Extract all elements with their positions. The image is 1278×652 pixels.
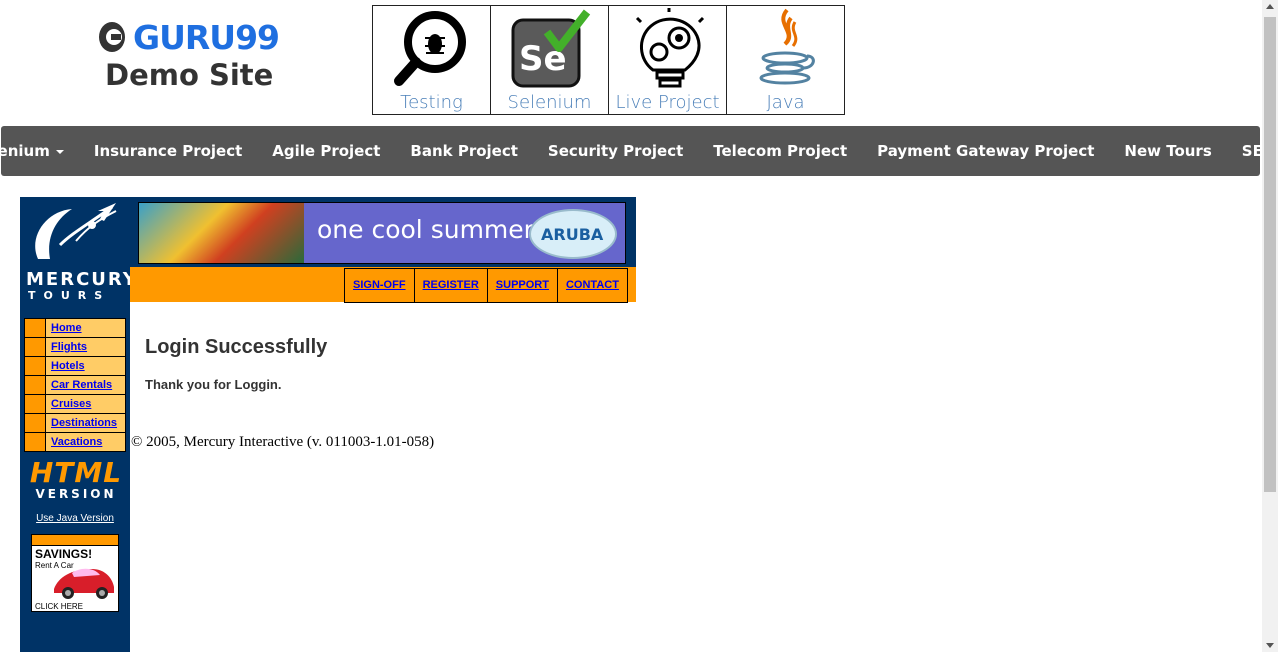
guru99-mark-icon [99, 22, 125, 52]
side-menu-row: Vacations [25, 433, 125, 451]
side-link-home[interactable]: Home [46, 319, 125, 337]
scroll-thumb[interactable] [1264, 17, 1276, 492]
side-menu-row: Flights [25, 338, 125, 357]
menu-bullet [25, 376, 46, 394]
logo-subtitle: Demo Site [105, 58, 274, 92]
aruba-logo-text: ARUBA [541, 225, 604, 244]
rent-a-car-ad[interactable]: SAVINGS! Rent A Car CLICK HERE [31, 534, 119, 612]
nav-item-telecom-project[interactable]: Telecom Project [713, 142, 847, 160]
brand-line2: TOURS [28, 289, 111, 302]
main-navbar: Selenium Insurance Project Agile Project… [0, 126, 1276, 176]
side-menu-row: Cruises [25, 395, 125, 414]
nav-item-security-project[interactable]: Security Project [548, 142, 683, 160]
side-link-flights[interactable]: Flights [46, 338, 125, 356]
side-menu: Home Flights Hotels Car Rentals Cruises … [24, 318, 126, 452]
lightbulb-gear-icon [635, 8, 705, 88]
tile-live-project[interactable]: Live Project [608, 5, 727, 115]
scroll-down-arrow-icon[interactable] [1266, 643, 1274, 648]
page-scrollbar[interactable] [1262, 0, 1278, 652]
tile-testing[interactable]: Testing [372, 5, 491, 115]
tile-label: Selenium [507, 92, 592, 113]
nav-item-bank-project[interactable]: Bank Project [410, 142, 518, 160]
side-link-car-rentals[interactable]: Car Rentals [46, 376, 125, 394]
caret-down-icon [55, 149, 64, 154]
contact-link[interactable]: CONTACT [556, 268, 628, 303]
side-link-cruises[interactable]: Cruises [46, 395, 125, 413]
java-cup-icon [759, 8, 815, 85]
side-link-vacations[interactable]: Vacations [46, 433, 125, 451]
banner-text: one cool summer [317, 215, 534, 244]
nav-item-selenium[interactable]: Selenium [0, 142, 64, 160]
menu-bullet [25, 357, 46, 375]
ad-savings: SAVINGS! [35, 547, 93, 561]
page-title: Login Successfully [145, 336, 328, 358]
html-version-big: HTML [29, 456, 123, 489]
menu-bullet [25, 395, 46, 413]
brand-line1: MERCURY [26, 269, 138, 290]
side-menu-row: Hotels [25, 357, 125, 376]
copyright-footer: © 2005, Mercury Interactive (v. 011003-1… [131, 434, 435, 450]
register-link[interactable]: REGISTER [413, 268, 487, 303]
menu-bullet [25, 338, 46, 356]
tile-java[interactable]: Java [726, 5, 845, 115]
red-car-icon [54, 568, 114, 599]
plane-logo-icon [35, 203, 117, 259]
scroll-up-arrow-icon[interactable] [1266, 4, 1274, 9]
guru99-logo[interactable]: GURU99 Demo Site [99, 17, 280, 92]
side-menu-row: Home [25, 319, 125, 338]
html-version-small: VERSION [35, 487, 117, 501]
logo-brand: GURU99 [132, 17, 280, 57]
magnifier-bug-icon [394, 11, 466, 86]
nav-item-payment-gateway-project[interactable]: Payment Gateway Project [877, 142, 1094, 160]
menu-bullet [25, 319, 46, 337]
sign-off-link[interactable]: SIGN-OFF [344, 268, 414, 303]
aruba-banner[interactable]: one cool summer ARUBA [138, 202, 626, 264]
nav-item-new-tours[interactable]: New Tours [1124, 142, 1211, 160]
course-tiles: Testing Se Selenium Live Project Java [372, 5, 845, 115]
tile-selenium[interactable]: Se Selenium [490, 5, 609, 115]
tile-label: Live Project [615, 92, 720, 113]
html-version-badge: HTML VERSION [28, 456, 124, 502]
side-menu-row: Destinations [25, 414, 125, 433]
login-message: Thank you for Loggin. [145, 377, 282, 392]
side-link-hotels[interactable]: Hotels [46, 357, 125, 375]
support-link[interactable]: SUPPORT [486, 268, 557, 303]
aruba-logo: ARUBA [529, 209, 617, 259]
selenium-check-icon: Se [511, 9, 591, 88]
top-links: SIGN-OFF REGISTER SUPPORT CONTACT [344, 268, 628, 303]
nav-label: Selenium [0, 142, 50, 160]
ad-click-here: CLICK HERE [35, 602, 84, 611]
banner-photo [139, 203, 304, 263]
menu-bullet [25, 433, 46, 451]
mercury-logo[interactable]: MERCURY TOURS [20, 197, 136, 307]
side-link-destinations[interactable]: Destinations [46, 414, 125, 432]
use-java-version-link[interactable]: Use Java Version [20, 513, 130, 524]
tile-label: Testing [400, 92, 463, 113]
side-menu-row: Car Rentals [25, 376, 125, 395]
ad-top-bar [32, 535, 118, 546]
mercury-sidebar: MERCURY TOURS Home Flights Hotels Car Re… [20, 197, 136, 652]
nav-item-insurance-project[interactable]: Insurance Project [94, 142, 242, 160]
nav-item-agile-project[interactable]: Agile Project [272, 142, 380, 160]
menu-bullet [25, 414, 46, 432]
tile-label: Java [766, 92, 805, 113]
